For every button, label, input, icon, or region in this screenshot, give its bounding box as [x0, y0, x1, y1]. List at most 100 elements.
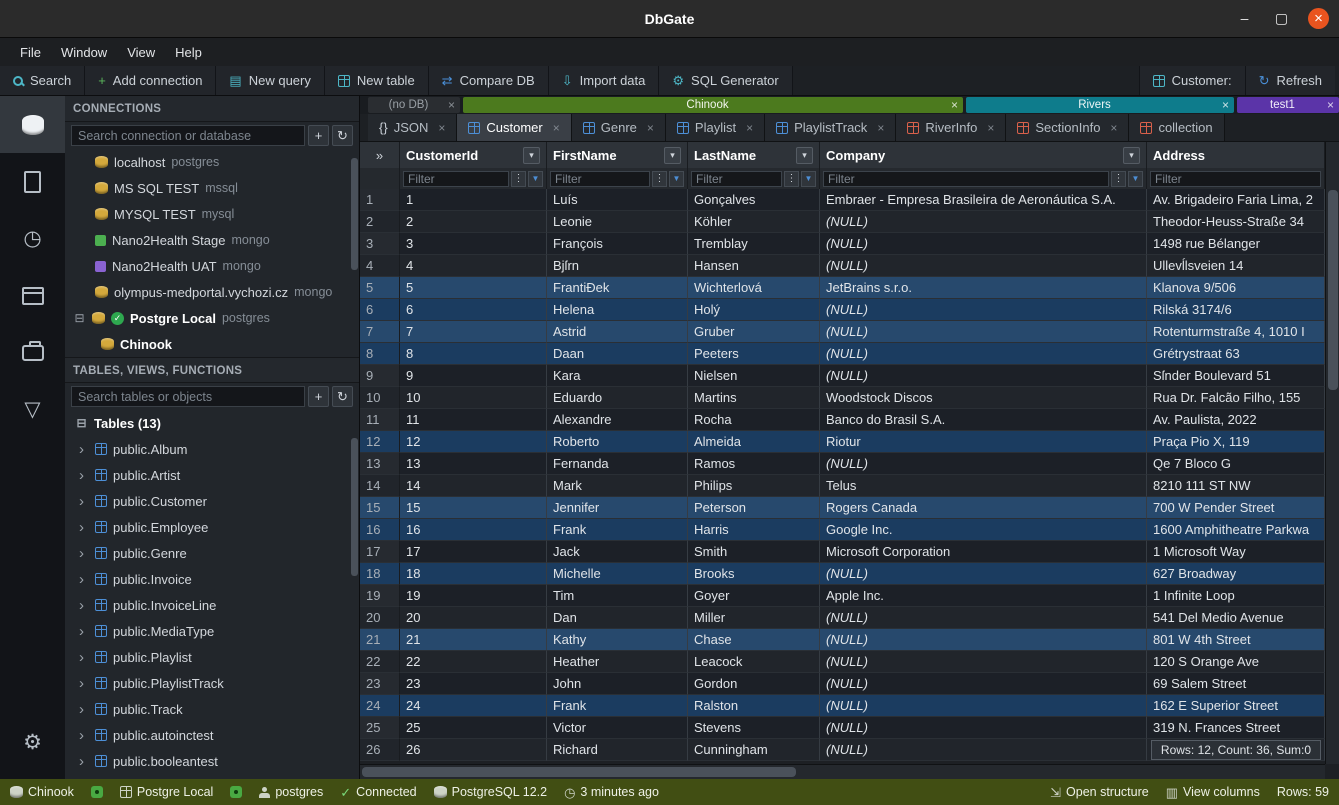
table-row[interactable]: 55FrantiĐekWichterlováJetBrains s.r.o.Kl… [360, 277, 1325, 299]
column-dropdown-icon[interactable]: ▾ [664, 147, 681, 164]
filter-input-lastname[interactable] [691, 171, 782, 187]
customer-button[interactable]: Customer: [1139, 66, 1245, 95]
funnel-icon[interactable]: ▼ [1128, 171, 1143, 187]
funnel-icon[interactable]: ▼ [801, 171, 816, 187]
chevron-right-icon[interactable]: › [79, 676, 89, 691]
add-connection-small-button[interactable]: + [308, 125, 329, 146]
chevron-right-icon[interactable]: › [79, 494, 89, 509]
statusbar-item-postgresql-12-2[interactable]: PostgreSQL 12.2 [434, 785, 547, 799]
menu-window[interactable]: Window [51, 42, 117, 63]
table-row[interactable]: 22LeonieKöhler(NULL)Theodor-Heuss-Straße… [360, 211, 1325, 233]
collapse-icon[interactable]: ⊟ [73, 311, 86, 325]
expand-columns-button[interactable]: » [360, 142, 400, 168]
column-header-firstname[interactable]: FirstName▾ [547, 142, 688, 168]
tab-group-test1[interactable]: test1× [1237, 97, 1339, 113]
tab-genre[interactable]: Genre× [572, 114, 666, 141]
close-icon[interactable]: × [877, 121, 884, 135]
tab-customer[interactable]: Customer× [457, 114, 571, 141]
new-table-button[interactable]: New table [325, 66, 429, 95]
rail-files-button[interactable] [0, 153, 65, 210]
grid-vertical-scrollbar[interactable] [1325, 142, 1339, 764]
close-icon[interactable]: × [1222, 98, 1229, 112]
column-header-address[interactable]: Address [1147, 142, 1325, 168]
search-button[interactable]: Search [0, 66, 85, 95]
connection-item-nano2health-stage[interactable]: Nano2Health Stagemongo [65, 227, 359, 253]
chevron-right-icon[interactable]: › [79, 520, 89, 535]
statusbar-item-postgre-local[interactable]: Postgre Local [120, 785, 213, 799]
table-item-public-invoice[interactable]: ›public.Invoice [65, 566, 359, 592]
connection-item-nano2health-uat[interactable]: Nano2Health UATmongo [65, 253, 359, 279]
table-item-public-employee[interactable]: ›public.Employee [65, 514, 359, 540]
connection-item-mysql-test[interactable]: MYSQL TESTmysql [65, 201, 359, 227]
close-icon[interactable]: × [987, 121, 994, 135]
table-row[interactable]: 1818MichelleBrooks(NULL)627 Broadway [360, 563, 1325, 585]
table-row[interactable]: 2222HeatherLeacock(NULL)120 S Orange Ave [360, 651, 1325, 673]
close-icon[interactable]: × [647, 121, 654, 135]
connection-item-postgre-local[interactable]: ⊟✓Postgre Localpostgres [65, 305, 359, 331]
rail-settings-button[interactable]: ⚙ [0, 714, 65, 771]
column-dropdown-icon[interactable]: ▾ [523, 147, 540, 164]
horizontal-scrollbar-thumb[interactable] [362, 767, 796, 777]
rail-filters-button[interactable]: ▽ [0, 381, 65, 438]
connections-search-input[interactable] [71, 125, 305, 146]
column-header-customerid[interactable]: CustomerId▾ [400, 142, 547, 168]
filter-input-company[interactable] [823, 171, 1109, 187]
tab-group-no-db[interactable]: (no DB)× [368, 97, 460, 113]
sql-generator-button[interactable]: ⚙SQL Generator [659, 66, 792, 95]
filter-input-customerid[interactable] [403, 171, 509, 187]
table-item-public-invoiceline[interactable]: ›public.InvoiceLine [65, 592, 359, 618]
close-icon[interactable]: × [448, 98, 455, 112]
menu-help[interactable]: Help [165, 42, 212, 63]
tables-group-row[interactable]: ⊟ Tables (13) [65, 410, 359, 436]
column-header-lastname[interactable]: LastName▾ [688, 142, 820, 168]
refresh-connections-button[interactable]: ↻ [332, 125, 353, 146]
table-row[interactable]: 1717JackSmithMicrosoft Corporation1 Micr… [360, 541, 1325, 563]
connection-item-localhost[interactable]: localhostpostgres [65, 149, 359, 175]
chevron-right-icon[interactable]: › [79, 728, 89, 743]
close-icon[interactable]: × [1110, 121, 1117, 135]
table-item-public-customer[interactable]: ›public.Customer [65, 488, 359, 514]
funnel-icon[interactable]: ▼ [528, 171, 543, 187]
connections-scrollbar[interactable] [351, 158, 358, 270]
statusbar-item-view-columns[interactable]: ▥View columns [1166, 785, 1260, 799]
grid-horizontal-scrollbar[interactable] [360, 764, 1325, 779]
table-row[interactable]: 2121KathyChase(NULL)801 W 4th Street [360, 629, 1325, 651]
statusbar-item-postgres[interactable]: postgres [259, 785, 323, 799]
close-icon[interactable]: × [438, 121, 445, 135]
table-row[interactable]: 2323JohnGordon(NULL)69 Salem Street [360, 673, 1325, 695]
table-row[interactable]: 1919TimGoyerApple Inc.1 Infinite Loop [360, 585, 1325, 607]
table-item-public-autoinctest[interactable]: ›public.autoinctest [65, 722, 359, 748]
chevron-right-icon[interactable]: › [79, 754, 89, 769]
collapse-icon[interactable]: ⊟ [75, 416, 88, 430]
rail-plugins-button[interactable] [0, 324, 65, 381]
statusbar-item-3-minutes-ago[interactable]: ◷3 minutes ago [564, 785, 659, 799]
table-row[interactable]: 2525VictorStevens(NULL)319 N. Frances St… [360, 717, 1325, 739]
table-item-public-album[interactable]: ›public.Album [65, 436, 359, 462]
tab-collection[interactable]: collection [1129, 114, 1224, 141]
column-dropdown-icon[interactable]: ▾ [796, 147, 813, 164]
connection-item-olympus-medportal-vychozi-cz[interactable]: olympus-medportal.vychozi.czmongo [65, 279, 359, 305]
rail-connections-button[interactable] [0, 96, 65, 153]
rail-archive-button[interactable] [0, 267, 65, 324]
table-item-public-playlisttrack[interactable]: ›public.PlaylistTrack [65, 670, 359, 696]
tab-group-rivers[interactable]: Rivers× [966, 97, 1234, 113]
table-item-public-track[interactable]: ›public.Track [65, 696, 359, 722]
filter-input-address[interactable] [1150, 171, 1321, 187]
table-row[interactable]: 2020DanMiller(NULL)541 Del Medio Avenue [360, 607, 1325, 629]
refresh-button[interactable]: ↻Refresh [1245, 66, 1335, 95]
funnel-icon[interactable]: ▼ [669, 171, 684, 187]
table-row[interactable]: 1111AlexandreRochaBanco do Brasil S.A.Av… [360, 409, 1325, 431]
chevron-right-icon[interactable]: › [79, 468, 89, 483]
chevron-right-icon[interactable]: › [79, 572, 89, 587]
close-icon[interactable]: × [553, 121, 560, 135]
table-row[interactable]: 77AstridGruber(NULL)Rotenturmstraße 4, 1… [360, 321, 1325, 343]
tables-scrollbar[interactable] [351, 438, 358, 576]
statusbar-item-indicator[interactable] [230, 786, 242, 798]
table-row[interactable]: 1414MarkPhilipsTelus8210 111 ST NW [360, 475, 1325, 497]
close-icon[interactable]: × [951, 98, 958, 112]
table-row[interactable]: 66HelenaHolý(NULL)Rilská 3174/6 [360, 299, 1325, 321]
new-query-button[interactable]: ▤New query [216, 66, 324, 95]
connection-item-ms-sql-test[interactable]: MS SQL TESTmssql [65, 175, 359, 201]
table-row[interactable]: 1313FernandaRamos(NULL)Qe 7 Bloco G [360, 453, 1325, 475]
compare-db-button[interactable]: ⇄Compare DB [429, 66, 549, 95]
